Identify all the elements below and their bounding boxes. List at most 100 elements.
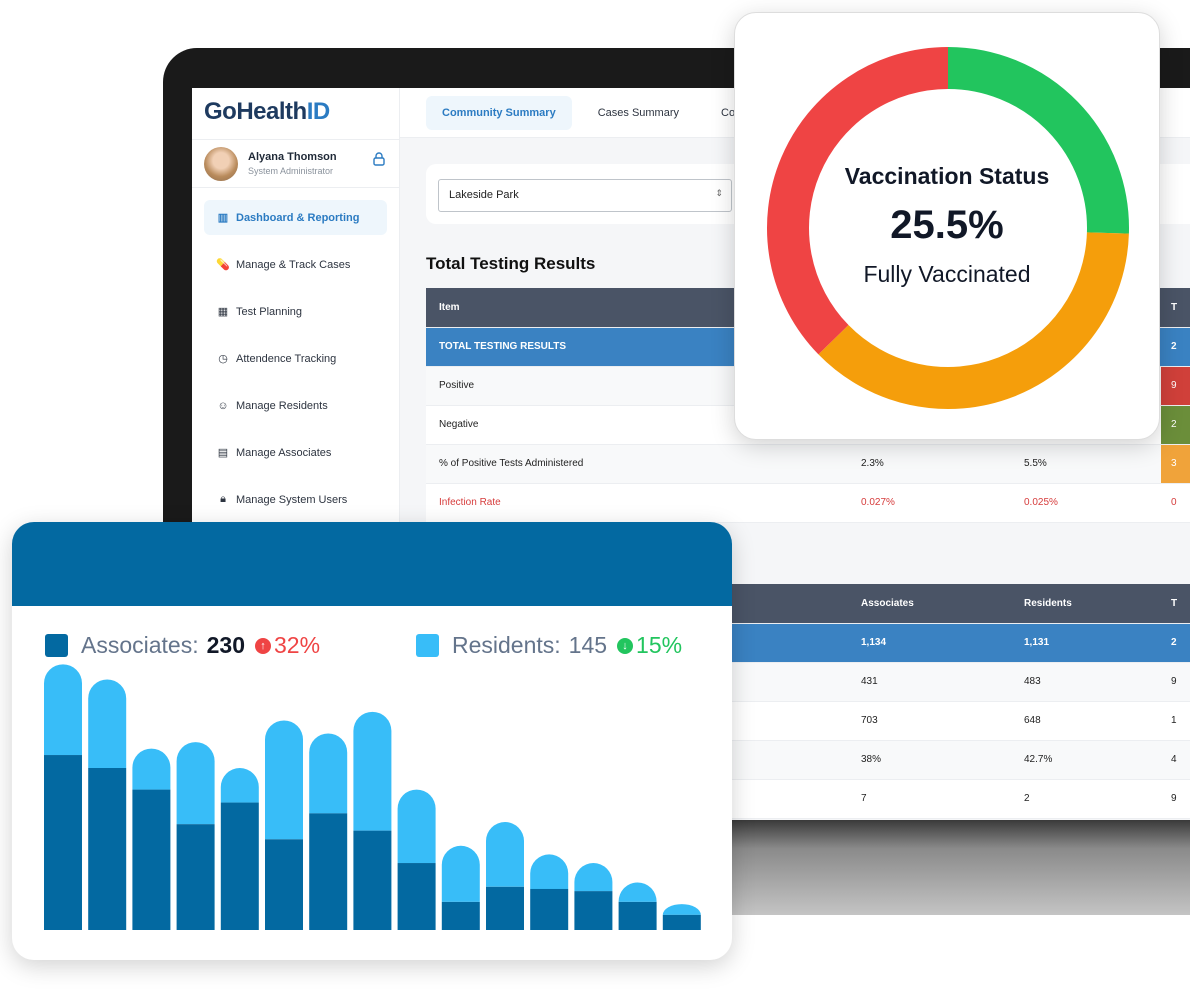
bar-associates [176, 824, 215, 930]
sidebar-item-label: Manage System Users [236, 493, 348, 506]
sidebar-item-associates[interactable]: ▤ Manage Associates [204, 435, 387, 470]
bar-associates [618, 901, 657, 930]
user-name: Alyana Thomson [248, 151, 337, 163]
sidebar-item-label: Manage Residents [236, 399, 328, 412]
legend-associates: Associates: 230 ↑ 32% [45, 632, 320, 659]
cell: 2 [1161, 327, 1190, 367]
bar-residents [441, 845, 480, 902]
legend-label: Residents: [452, 632, 561, 658]
bar-associates [44, 755, 82, 930]
column-header[interactable]: Associates [848, 584, 1011, 624]
bar-residents [44, 664, 82, 756]
user-circle-icon: ☺ [217, 399, 229, 412]
user-profile[interactable]: Alyana Thomson System Administrator [192, 140, 399, 188]
bar-residents [397, 789, 436, 864]
cell: 2 [1011, 779, 1161, 819]
legend-value: 230 [206, 632, 245, 658]
table-row: Infection Rate 0.027% 0.025% 0 [426, 483, 1190, 523]
bar-associates [530, 888, 569, 930]
column-header[interactable]: T [1161, 584, 1190, 624]
vaccination-title: Vaccination Status [844, 163, 1050, 189]
cell: 483 [1011, 662, 1161, 702]
sidebar-item-system-users[interactable]: 🔒︎ Manage System Users [204, 482, 387, 517]
cell: 703 [848, 701, 1011, 741]
sidebar-item-residents[interactable]: ☺ Manage Residents [204, 388, 387, 423]
bar-residents [132, 748, 171, 790]
legend-label: Associates: [81, 632, 199, 658]
bar-associates [265, 839, 303, 930]
tab-community-summary[interactable]: Community Summary [426, 95, 572, 130]
bar-associates [441, 901, 480, 930]
legend-residents: Residents: 145 ↓ 15% [416, 632, 682, 659]
tab-cases-summary[interactable]: Cases Summary [582, 96, 695, 130]
vaccination-label: Fully Vaccinated [863, 261, 1031, 287]
sidebar-item-label: Manage & Track Cases [236, 258, 351, 271]
lock-icon: 🔒︎ [220, 493, 226, 505]
associates-residents-card: Associates: 230 ↑ 32% Residents: 145 ↓ 15% [12, 522, 732, 960]
cell: 1,131 [1011, 623, 1161, 663]
vaccination-card: Vaccination Status 25.5% Fully Vaccinate… [734, 12, 1160, 440]
sidebar-nav: ▥ Dashboard & Reporting 💊 Manage & Track C… [192, 188, 399, 541]
sidebar-item-test-planning[interactable]: ▦ Test Planning [204, 294, 387, 329]
bar-associates [486, 886, 524, 930]
cell: % of Positive Tests Administered [426, 444, 848, 484]
table-row: % of Positive Tests Administered 2.3% 5.5%… [426, 444, 1190, 484]
bar-residents [353, 711, 392, 831]
sidebar-item-label: Test Planning [236, 305, 303, 318]
lock-icon[interactable] [373, 152, 385, 166]
bar-associates [309, 813, 348, 930]
cell: 38% [848, 740, 1011, 780]
legend-value: 145 [568, 632, 608, 658]
column-header[interactable]: Residents [1011, 584, 1161, 624]
cell: 2 [1161, 623, 1190, 663]
donut-segment [818, 232, 1129, 409]
laptop-base [700, 820, 1190, 915]
bar-chart-icon: ▥ [217, 212, 229, 224]
bar-associates [88, 768, 127, 930]
cell: 9 [1161, 366, 1190, 406]
community-select-value: Lakeside Park [449, 189, 519, 201]
vaccination-value: 25.5% [890, 203, 1004, 247]
cell: 648 [1011, 701, 1161, 741]
sidebar-item-cases[interactable]: 💊 Manage & Track Cases [204, 247, 387, 282]
cell: 3 [1161, 444, 1190, 484]
sidebar-item-label: Manage Associates [236, 446, 332, 459]
chevron-updown-icon: ⇕ [715, 188, 723, 198]
calculator-icon: ▦ [217, 306, 229, 318]
bar-residents [88, 679, 127, 768]
residents-swatch [416, 634, 439, 657]
bar-associates [574, 891, 613, 930]
column-header[interactable]: T [1161, 288, 1190, 328]
cell: 1 [1161, 701, 1190, 741]
cell: 5.5% [1011, 444, 1161, 484]
stacked-bar-chart [44, 664, 701, 930]
community-select[interactable]: Lakeside Park ⇕ [438, 179, 732, 212]
sidebar-item-dashboard[interactable]: ▥ Dashboard & Reporting [204, 200, 387, 235]
arrow-down-icon: ↓ [617, 637, 634, 654]
cell: 42.7% [1011, 740, 1161, 780]
sidebar-item-label: Dashboard & Reporting [236, 211, 360, 224]
change-value: 15% [636, 632, 683, 658]
cell: 0.027% [848, 483, 1011, 523]
bar-associates [397, 863, 436, 930]
section-title: Total Testing Results [426, 254, 596, 273]
cell: 9 [1161, 779, 1190, 819]
bar-residents [530, 854, 569, 889]
bar-residents [265, 720, 303, 840]
cell: 2.3% [848, 444, 1011, 484]
briefcase-icon: ▤ [217, 447, 229, 459]
bar-residents [176, 742, 215, 825]
logo[interactable]: GoHealthID [192, 88, 399, 140]
associates-swatch [45, 634, 68, 657]
avatar [204, 146, 238, 181]
logo-id: ID [306, 98, 331, 125]
cell: 0 [1161, 483, 1190, 523]
logo-text: GoHealth [204, 98, 307, 125]
sidebar-item-attendance[interactable]: ◷ Attendence Tracking [204, 341, 387, 376]
bar-residents [486, 822, 524, 887]
cell: 1,134 [848, 623, 1011, 663]
bar-residents [574, 863, 613, 892]
change-down: ↓ 15% [617, 632, 682, 659]
cell: Infection Rate [426, 483, 848, 523]
arrow-up-icon: ↑ [254, 637, 271, 654]
